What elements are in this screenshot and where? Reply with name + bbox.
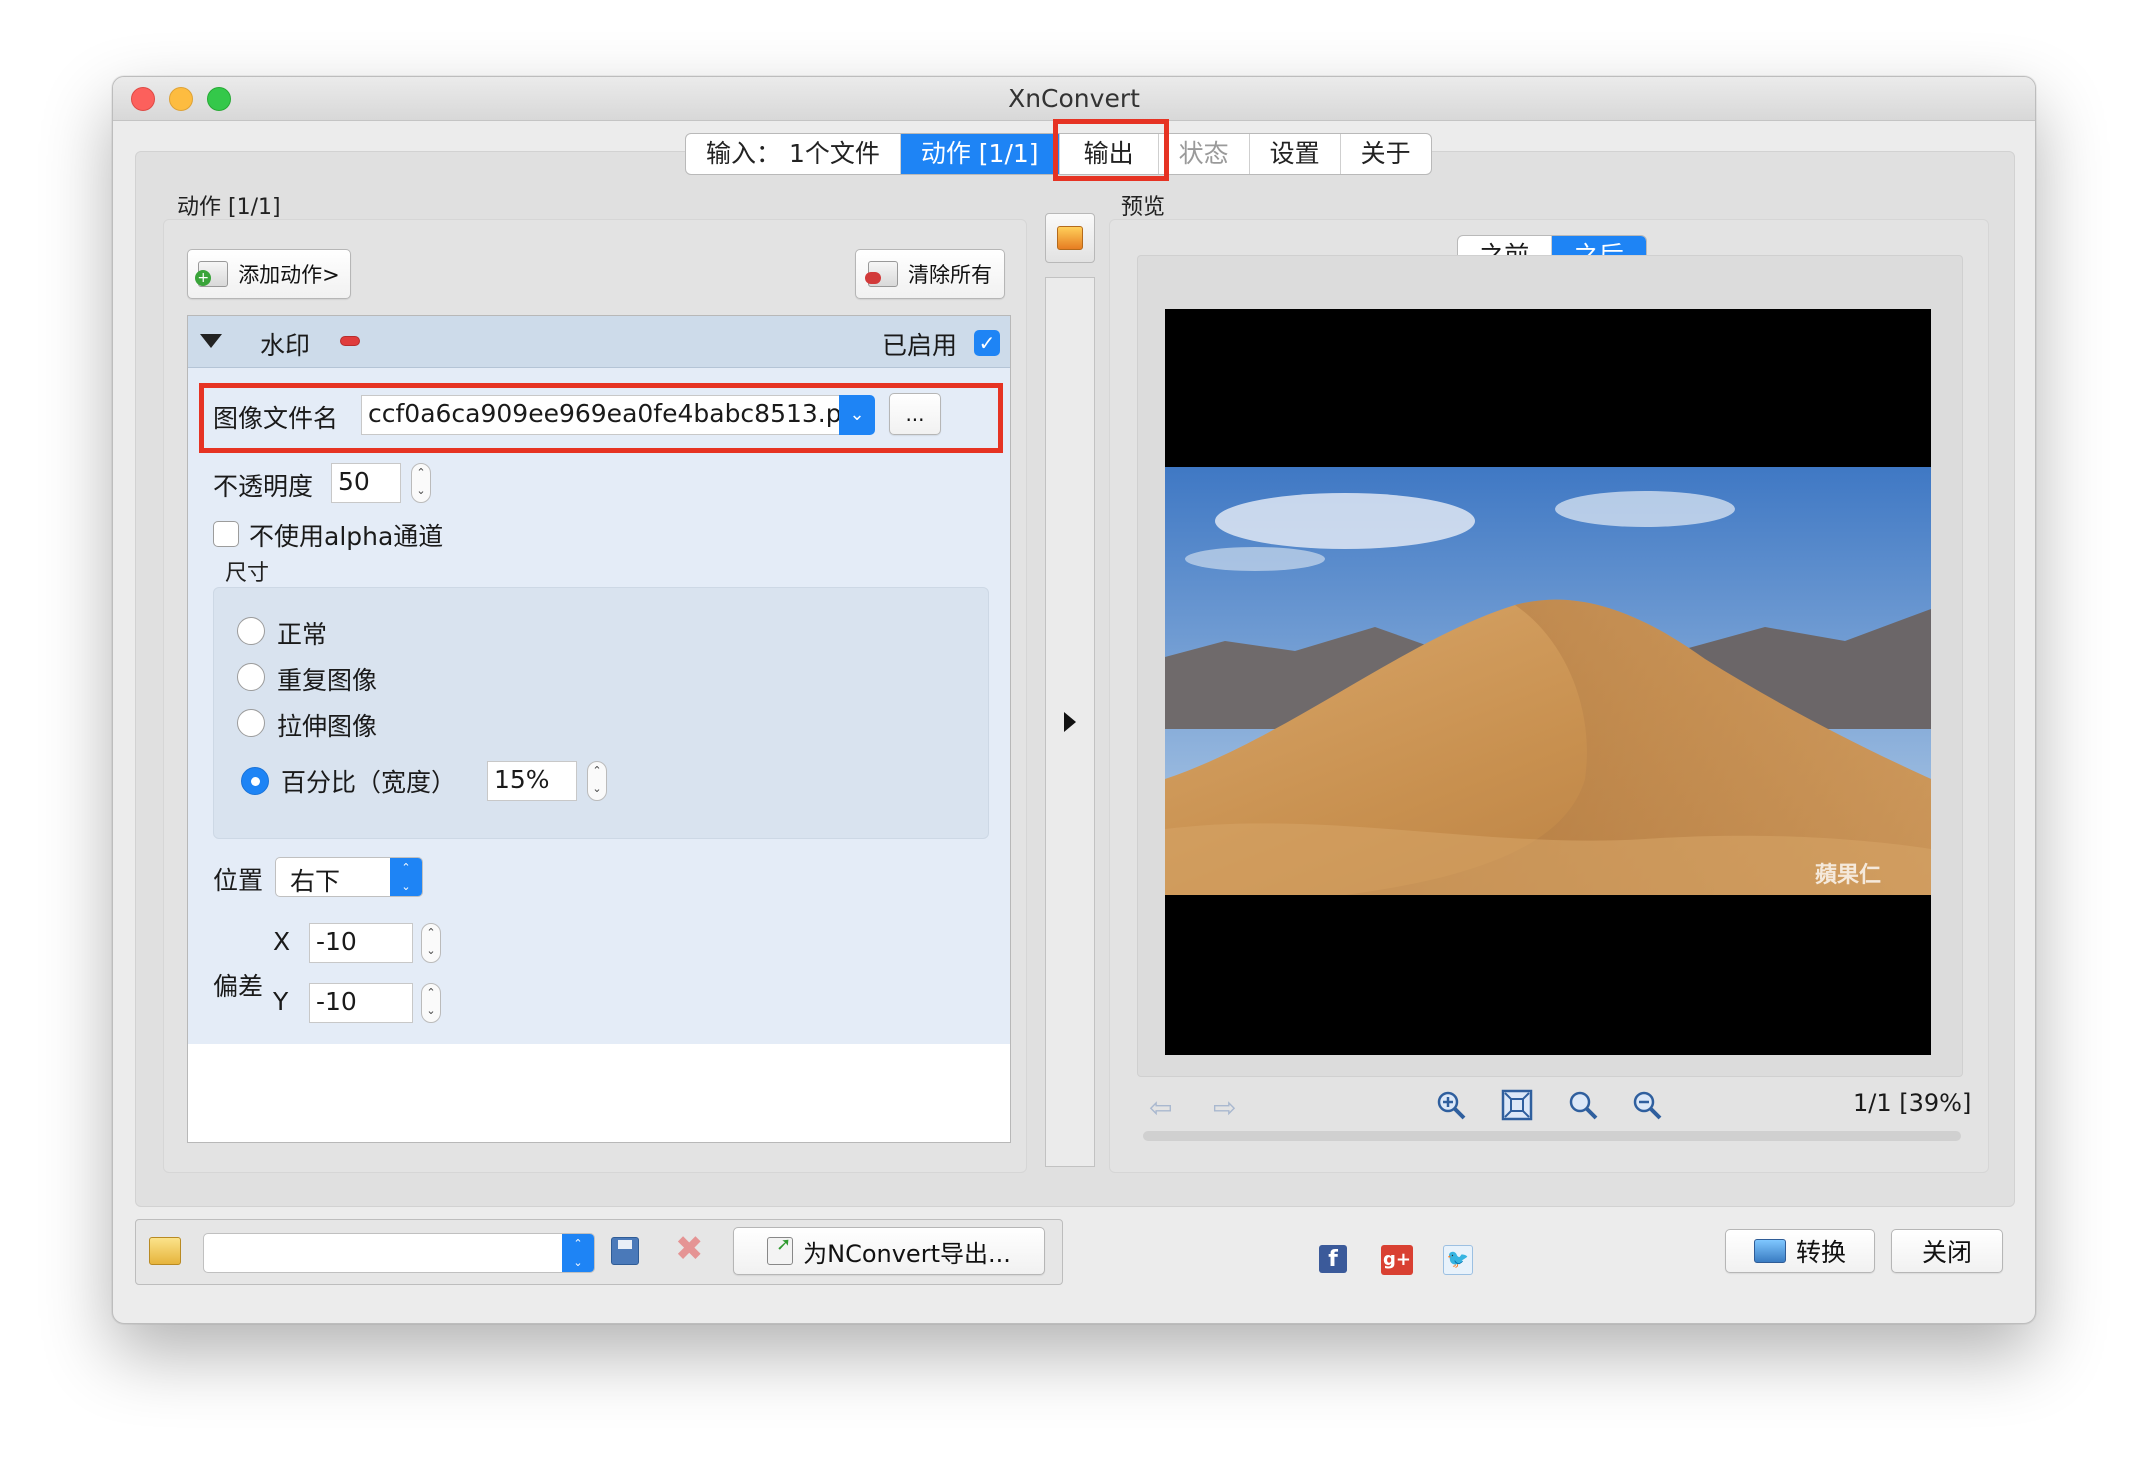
fit-to-window-icon[interactable] [1501,1089,1533,1121]
close-button[interactable]: 关闭 [1891,1229,2003,1273]
opacity-input[interactable]: 50 [331,463,401,503]
image-file-label: 图像文件名 [213,404,339,433]
save-preset-icon[interactable] [611,1237,639,1265]
position-value: 右下 [290,867,341,896]
browse-button[interactable]: ... [889,393,941,435]
facebook-icon[interactable]: f [1319,1245,1347,1273]
chevron-down-icon[interactable]: ⌄ [839,395,875,435]
offset-y-stepper[interactable]: ⌃ ⌄ [421,983,441,1023]
tab-actions[interactable]: 动作 [1/1] [900,134,1060,174]
tab-about[interactable]: 关于 [1341,134,1431,174]
next-arrow-icon[interactable]: ⇨ [1213,1091,1236,1124]
desert-image [1165,467,1931,895]
clear-all-button[interactable]: 清除所有 [855,249,1005,299]
preview-scrollbar[interactable] [1143,1131,1961,1141]
size-percent-radio[interactable] [241,767,269,795]
no-alpha-label: 不使用alpha通道 [249,522,444,551]
add-action-label: 添加动作> [238,263,340,287]
image-file-combobox[interactable]: ccf0a6ca909ee969ea0fe4babc8513.png [361,395,857,435]
convert-icon [1753,1239,1786,1263]
preview-section-label: 预览 [1121,195,1166,220]
splitter-bar[interactable] [1045,277,1095,1167]
position-select[interactable]: 右下 ⌃ ⌄ [275,857,423,897]
size-normal-label: 正常 [277,620,328,649]
offset-x-label: X [273,927,291,956]
opacity-stepper[interactable]: ⌃ ⌄ [411,463,431,503]
convert-label: 转换 [1795,1238,1846,1267]
preset-select[interactable]: ⌃ ⌄ [203,1233,595,1273]
offset-x-input[interactable]: -10 [309,923,413,963]
watermark-header: 水印 已启用 ✓ [188,316,1010,368]
clear-all-icon [865,261,898,287]
add-action-icon: + [195,261,229,287]
actions-section-label: 动作 [1/1] [177,195,281,220]
size-stretch-radio[interactable] [237,709,265,737]
percent-stepper[interactable]: ⌃ ⌄ [587,761,607,801]
output-tab-highlight [1053,119,1169,181]
updown-arrows-icon: ⌃ ⌄ [562,1234,594,1272]
offset-x-stepper[interactable]: ⌃ ⌄ [421,923,441,963]
size-repeat-label: 重复图像 [277,666,378,695]
google-plus-icon[interactable]: g+ [1381,1245,1413,1275]
no-alpha-checkbox[interactable] [213,521,239,547]
tab-settings[interactable]: 设置 [1250,134,1341,174]
clear-all-label: 清除所有 [908,263,992,287]
convert-button[interactable]: 转换 [1725,1229,1875,1273]
previous-arrow-icon[interactable]: ⇦ [1149,1091,1172,1124]
image-preview-toggle-button[interactable] [1045,213,1095,263]
export-nconvert-label: 为NConvert导出... [803,1239,1011,1268]
offset-y-input[interactable]: -10 [309,983,413,1023]
preview-image: 蘋果仁 [1165,309,1931,1055]
zoom-actual-icon[interactable] [1567,1089,1599,1121]
offset-y-label: Y [273,987,289,1016]
size-normal-radio[interactable] [237,617,265,645]
size-group-label: 尺寸 [225,561,270,586]
page-status: 1/1 [39%] [1853,1089,1972,1117]
tab-input[interactable]: 输入： 1个文件 [686,134,901,174]
zoom-in-icon[interactable] [1435,1089,1467,1121]
watermark-overlay: 蘋果仁 [1815,863,1882,888]
expand-arrow-icon[interactable] [1064,712,1076,732]
position-label: 位置 [213,866,264,895]
offset-label: 偏差 [213,972,264,1001]
export-icon: ➚ [767,1234,794,1265]
xnconvert-window: XnConvert 输入： 1个文件 动作 [1/1] 输出 状态 设置 关于 … [112,76,2036,1324]
updown-arrows-icon: ⌃ ⌄ [390,858,422,896]
opacity-label: 不透明度 [213,472,314,501]
watermark-title: 水印 [260,331,311,360]
remove-action-icon[interactable] [340,336,360,346]
twitter-icon[interactable]: 🐦 [1443,1245,1473,1275]
size-repeat-radio[interactable] [237,663,265,691]
title-bar: XnConvert [113,77,2035,121]
delete-preset-icon[interactable]: ✖ [675,1229,704,1269]
export-nconvert-button[interactable]: ➚ 为NConvert导出... [733,1227,1045,1275]
picture-icon [1057,226,1083,250]
window-title: XnConvert [1008,84,1140,113]
size-percent-label: 百分比（宽度） [281,768,457,797]
tab-status[interactable]: 状态 [1159,134,1250,174]
enabled-checkbox[interactable]: ✓ [974,330,1000,356]
enabled-label: 已启用 [882,331,958,360]
zoom-out-icon[interactable] [1631,1089,1663,1121]
collapse-triangle-icon[interactable] [200,334,222,348]
add-action-button[interactable]: + 添加动作> [187,249,351,299]
size-stretch-label: 拉伸图像 [277,712,378,741]
open-folder-icon[interactable] [149,1237,181,1265]
percent-input[interactable]: 15% [487,761,577,801]
